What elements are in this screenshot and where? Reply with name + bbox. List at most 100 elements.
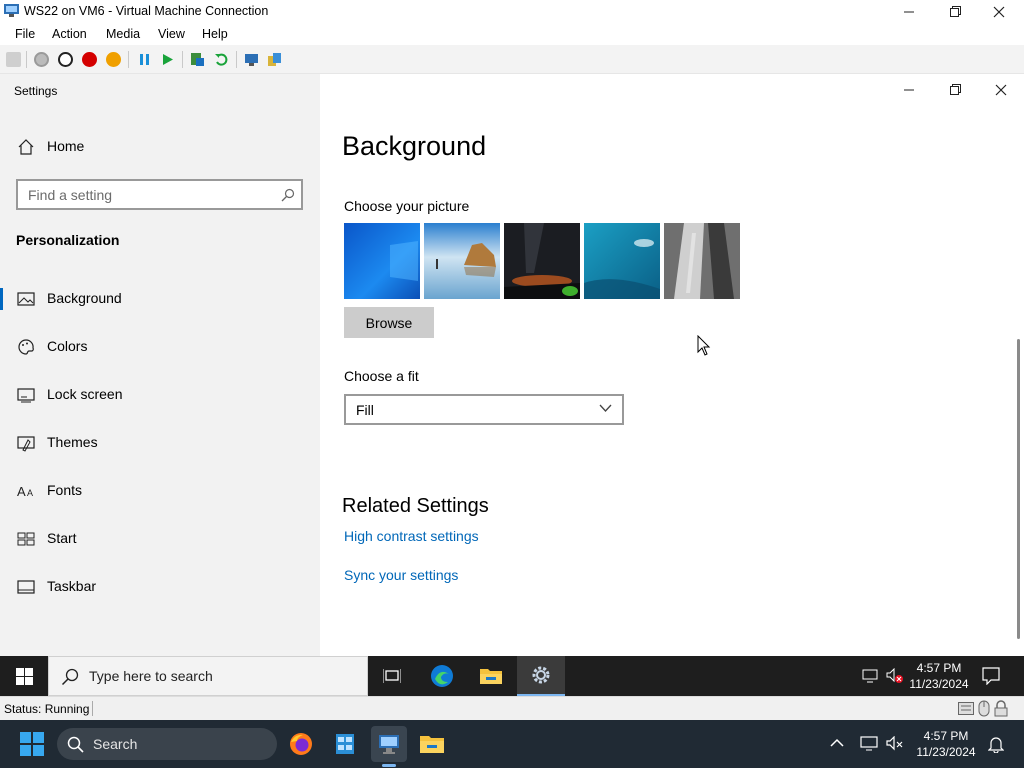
guest-clock[interactable]: 4:57 PM 11/23/2024	[904, 660, 974, 692]
nav-home-label: Home	[47, 138, 85, 154]
ctrl-alt-del-icon[interactable]	[6, 52, 21, 67]
sync-settings-link[interactable]: Sync your settings	[344, 567, 458, 583]
nav-start-label: Start	[47, 530, 77, 546]
vm-title-bar: WS22 on VM6 - Virtual Machine Connection	[0, 0, 1024, 23]
notification-icon[interactable]	[982, 667, 1000, 685]
enhanced-session-icon[interactable]	[244, 52, 259, 67]
guest-taskbar: Type here to search 4:57 PM 11/23/2024	[0, 656, 1024, 696]
wallpaper-thumbnail-rock[interactable]	[664, 223, 740, 299]
turn-off-icon[interactable]	[58, 52, 73, 67]
firefox-taskbar-button[interactable]	[283, 726, 319, 762]
browse-button[interactable]: Browse	[344, 307, 434, 338]
scrollbar[interactable]	[1017, 339, 1020, 639]
find-setting-input[interactable]	[18, 181, 268, 208]
search-icon	[67, 736, 84, 753]
toolbar-divider	[236, 51, 237, 68]
nav-fonts-label: Fonts	[47, 482, 83, 498]
host-taskbar: Search 4:57 PM 11/23/2024	[0, 720, 1024, 768]
minimize-icon	[903, 11, 914, 13]
nav-themes[interactable]: Themes	[0, 423, 320, 463]
page-title: Background	[342, 131, 487, 161]
settings-restore-button[interactable]	[932, 78, 978, 101]
settings-taskbar-button[interactable]	[517, 656, 565, 696]
vm-connection-taskbar-button[interactable]	[371, 726, 407, 762]
bell-icon[interactable]	[988, 735, 1004, 753]
host-clock[interactable]: 4:57 PM 11/23/2024	[910, 728, 982, 760]
high-contrast-settings-link[interactable]: High contrast settings	[344, 528, 479, 544]
settings-close-button[interactable]	[978, 78, 1024, 101]
vm-window-title: WS22 on VM6 - Virtual Machine Connection	[24, 4, 269, 18]
keyboard-icon	[958, 702, 974, 715]
network-icon[interactable]	[862, 669, 880, 683]
file-explorer-taskbar-button[interactable]	[467, 656, 515, 696]
nav-lock-screen-label: Lock screen	[47, 386, 123, 402]
find-setting-search[interactable]	[16, 179, 303, 210]
host-search-box[interactable]: Search	[57, 728, 277, 760]
save-state-icon[interactable]	[106, 52, 121, 67]
related-settings-heading: Related Settings	[342, 495, 489, 517]
edge-icon	[431, 665, 453, 687]
host-start-button[interactable]	[14, 726, 50, 762]
windows-logo-icon	[15, 667, 33, 685]
nav-background-label: Background	[47, 290, 122, 306]
nav-lock-screen[interactable]: Lock screen	[0, 375, 320, 415]
pause-icon[interactable]	[137, 52, 152, 67]
menu-help[interactable]: Help	[202, 27, 228, 41]
host-file-explorer-taskbar-button[interactable]	[414, 726, 450, 762]
resume-icon[interactable]	[160, 52, 175, 67]
menu-media[interactable]: Media	[106, 27, 140, 41]
wallpaper-thumbnail-beach[interactable]	[424, 223, 500, 299]
menu-view[interactable]: View	[158, 27, 185, 41]
edge-taskbar-button[interactable]	[418, 656, 466, 696]
nav-fonts[interactable]: AA Fonts	[0, 471, 320, 511]
nav-colors[interactable]: Colors	[0, 327, 320, 367]
choose-fit-dropdown[interactable]: Fill	[344, 394, 624, 425]
mouse-cursor-icon	[697, 335, 711, 356]
task-view-icon	[383, 669, 401, 683]
menu-action[interactable]: Action	[52, 27, 87, 41]
choose-picture-label: Choose your picture	[344, 198, 470, 214]
nav-taskbar[interactable]: Taskbar	[0, 567, 320, 607]
settings-main-pane: Background Choose your picture Browse Ch…	[320, 74, 1024, 656]
home-icon	[18, 139, 34, 155]
start-vm-icon[interactable]	[34, 52, 49, 67]
gear-icon	[532, 666, 550, 684]
share-icon[interactable]	[267, 52, 282, 67]
vm-status-text: Status: Running	[4, 702, 90, 716]
nav-taskbar-label: Taskbar	[47, 578, 97, 594]
server-manager-taskbar-button[interactable]	[327, 726, 363, 762]
settings-minimize-button[interactable]	[886, 78, 932, 101]
shut-down-icon[interactable]	[82, 52, 97, 67]
mouse-icon	[978, 700, 990, 717]
vm-menu-bar: File Action Media View Help	[0, 23, 1024, 45]
wallpaper-thumbnail-underwater[interactable]	[584, 223, 660, 299]
restore-icon	[949, 6, 961, 17]
nav-home[interactable]: Home	[0, 127, 320, 167]
vm-connection-icon	[4, 4, 19, 17]
picture-icon	[17, 292, 35, 306]
nav-background[interactable]: Background	[0, 279, 320, 319]
wallpaper-thumbnail-windows[interactable]	[344, 223, 420, 299]
task-view-button[interactable]	[368, 656, 416, 696]
nav-colors-label: Colors	[47, 338, 88, 354]
checkpoint-icon[interactable]	[190, 52, 205, 67]
restore-button[interactable]	[932, 0, 978, 23]
network-icon[interactable]	[860, 736, 878, 752]
personalization-heading: Personalization	[16, 232, 120, 248]
guest-search-box[interactable]: Type here to search	[48, 656, 368, 696]
revert-icon[interactable]	[214, 52, 229, 67]
lock-screen-icon	[17, 388, 35, 403]
guest-start-button[interactable]	[0, 656, 48, 696]
wallpaper-thumbnail-night-sky[interactable]	[504, 223, 580, 299]
chevron-up-icon[interactable]	[830, 738, 844, 748]
nav-start[interactable]: Start	[0, 519, 320, 559]
guest-search-placeholder: Type here to search	[89, 668, 213, 684]
folder-icon	[480, 669, 502, 684]
minimize-button[interactable]	[886, 0, 932, 23]
volume-muted-icon[interactable]	[886, 668, 904, 684]
menu-file[interactable]: File	[15, 27, 35, 41]
volume-muted-icon[interactable]	[886, 736, 904, 752]
themes-icon	[17, 436, 35, 452]
close-button[interactable]	[976, 0, 1022, 23]
restore-icon	[949, 84, 961, 95]
